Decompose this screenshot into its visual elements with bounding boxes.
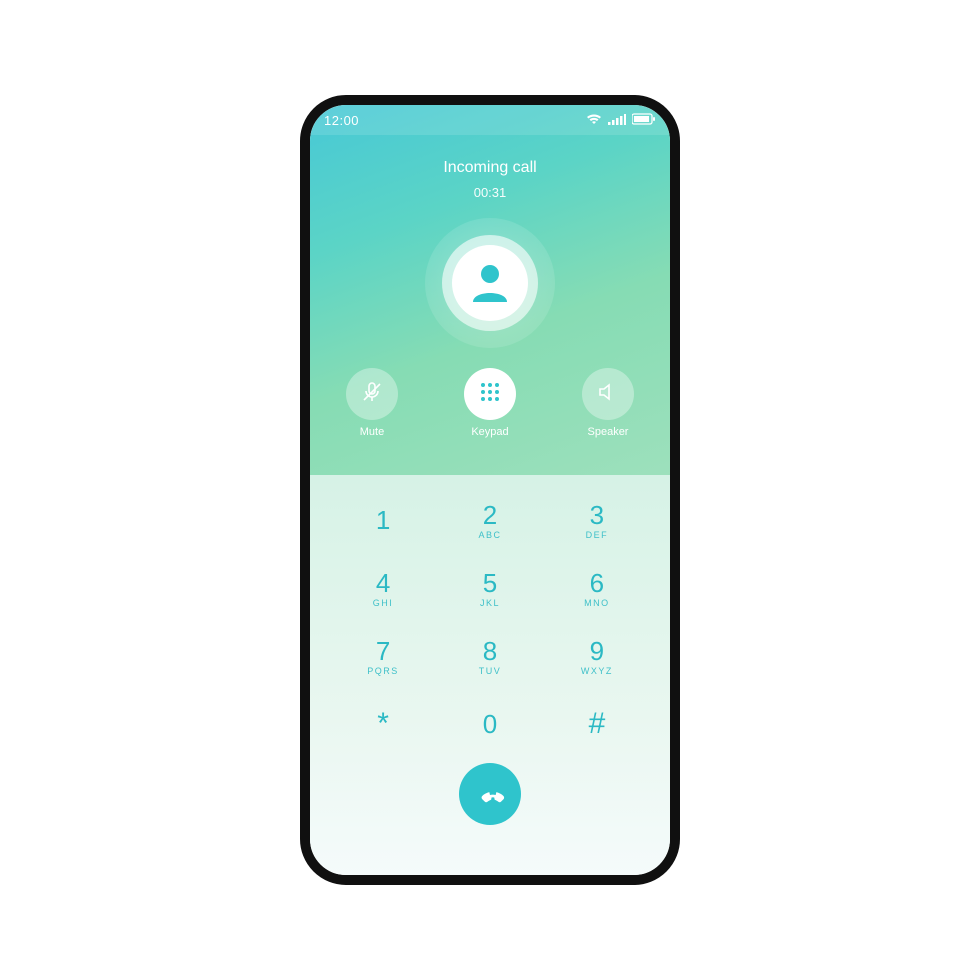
mic-off-icon — [360, 380, 384, 409]
mute-button[interactable] — [346, 368, 398, 420]
call-title: Incoming call — [443, 159, 536, 177]
screen: 12:00 — [310, 105, 670, 875]
keypad-control: Keypad — [464, 368, 516, 438]
keypad-button[interactable] — [464, 368, 516, 420]
wifi-icon — [586, 113, 602, 128]
key-6[interactable]: 6MNO — [547, 557, 646, 621]
key-5[interactable]: 5JKL — [441, 557, 540, 621]
status-icons — [586, 113, 656, 128]
keypad-label: Keypad — [471, 426, 508, 438]
dial-keypad: 1 2ABC 3DEF 4GHI 5JKL 6MNO 7PQRS 8TUV 9W… — [334, 489, 647, 757]
keypad-icon — [479, 381, 501, 408]
phone-frame: 12:00 — [300, 95, 680, 885]
call-controls: Mute — [346, 368, 634, 438]
speaker-icon — [596, 380, 620, 409]
key-star[interactable]: * — [334, 693, 433, 757]
key-0[interactable]: 0 — [441, 693, 540, 757]
phone-hangup-icon — [473, 774, 507, 813]
keypad-panel: 1 2ABC 3DEF 4GHI 5JKL 6MNO 7PQRS 8TUV 9W… — [310, 475, 670, 875]
key-2[interactable]: 2ABC — [441, 489, 540, 553]
speaker-label: Speaker — [588, 426, 629, 438]
mute-label: Mute — [360, 426, 384, 438]
call-timer: 00:31 — [474, 185, 507, 200]
status-time: 12:00 — [324, 113, 359, 128]
key-4[interactable]: 4GHI — [334, 557, 433, 621]
mute-control: Mute — [346, 368, 398, 438]
key-3[interactable]: 3DEF — [547, 489, 646, 553]
key-7[interactable]: 7PQRS — [334, 625, 433, 689]
speaker-button[interactable] — [582, 368, 634, 420]
key-hash[interactable]: # — [547, 693, 646, 757]
battery-icon — [632, 113, 656, 128]
end-call-button[interactable] — [459, 763, 521, 825]
key-9[interactable]: 9WXYZ — [547, 625, 646, 689]
key-1[interactable]: 1 — [334, 489, 433, 553]
caller-avatar — [425, 218, 555, 348]
signal-icon — [608, 113, 626, 128]
speaker-control: Speaker — [582, 368, 634, 438]
status-bar: 12:00 — [310, 105, 670, 135]
key-8[interactable]: 8TUV — [441, 625, 540, 689]
call-panel: 12:00 — [310, 105, 670, 475]
person-icon — [467, 258, 513, 309]
